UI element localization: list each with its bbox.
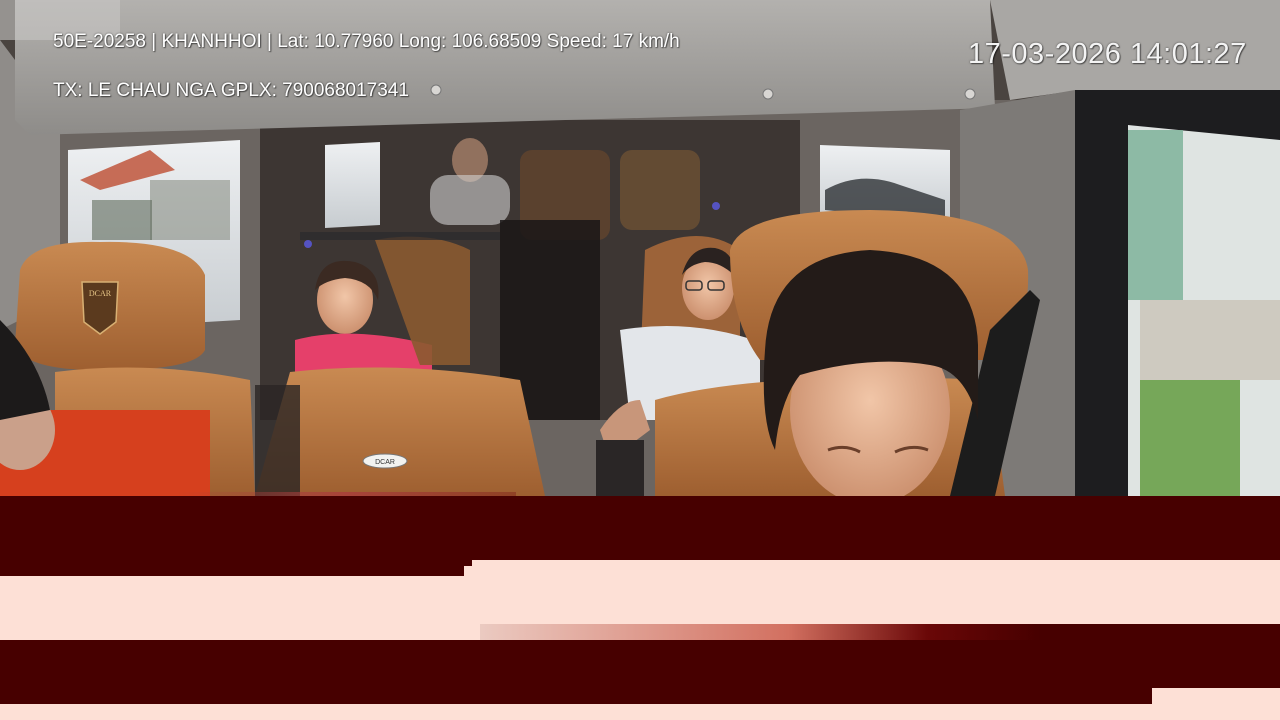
- corruption-band-light-1: [472, 560, 1280, 576]
- seat-badge-text: DCAR: [375, 459, 395, 466]
- overlay-timestamp: 17-03-2026 14:01:27: [968, 38, 1247, 70]
- corruption-band-light-5: [0, 704, 1280, 720]
- overlay-vehicle-gps-speed: 50E-20258 | KHANHHOI | Lat: 10.77960 Lon…: [53, 31, 680, 52]
- cabin-scene: DCAR DCAR: [0, 0, 1280, 496]
- headrest-logo-text: DCAR: [89, 289, 112, 298]
- corruption-band-light-1-notch: [464, 566, 472, 576]
- corruption-band-light-3: [0, 624, 480, 640]
- corruption-band-light-2: [0, 576, 1280, 624]
- corruption-band-gradient: [480, 624, 1040, 640]
- corruption-band-light-4: [1152, 688, 1280, 704]
- overlay-driver-license: TX: LE CHAU NGA GPLX: 790068017341: [53, 80, 409, 101]
- rear-left-window: [325, 142, 380, 228]
- dashcam-frame: DCAR DCAR 50E-20258 | KHANHHOI | Lat: 10…: [0, 0, 1280, 496]
